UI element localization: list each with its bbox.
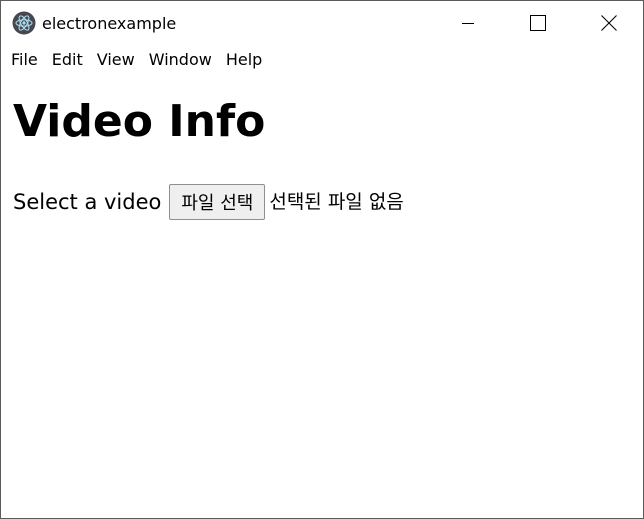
close-icon bbox=[601, 14, 617, 31]
video-file-picker: Select a video 파일 선택 선택된 파일 없음 bbox=[13, 183, 404, 221]
menu-bar: File Edit View Window Help bbox=[1, 46, 643, 74]
page-title: Video Info bbox=[13, 96, 266, 147]
title-bar[interactable]: electronexample bbox=[1, 1, 643, 44]
maximize-button[interactable] bbox=[515, 1, 561, 44]
electron-atom-icon bbox=[12, 11, 36, 35]
file-input-label: Select a video bbox=[13, 190, 162, 214]
menu-file[interactable]: File bbox=[4, 48, 45, 72]
close-button[interactable] bbox=[586, 1, 632, 44]
minimize-button[interactable] bbox=[445, 1, 491, 44]
page-content: Video Info Select a video 파일 선택 선택된 파일 없… bbox=[1, 74, 643, 518]
menu-view[interactable]: View bbox=[90, 48, 142, 72]
app-window: electronexample File Edit View Window He… bbox=[0, 0, 644, 519]
menu-help[interactable]: Help bbox=[219, 48, 269, 72]
choose-file-button[interactable]: 파일 선택 bbox=[169, 184, 266, 220]
file-status-text: 선택된 파일 없음 bbox=[269, 191, 404, 213]
menu-edit[interactable]: Edit bbox=[45, 48, 90, 72]
minimize-icon bbox=[462, 17, 474, 29]
maximize-icon bbox=[530, 14, 546, 31]
menu-window[interactable]: Window bbox=[142, 48, 219, 72]
window-title: electronexample bbox=[42, 14, 177, 33]
